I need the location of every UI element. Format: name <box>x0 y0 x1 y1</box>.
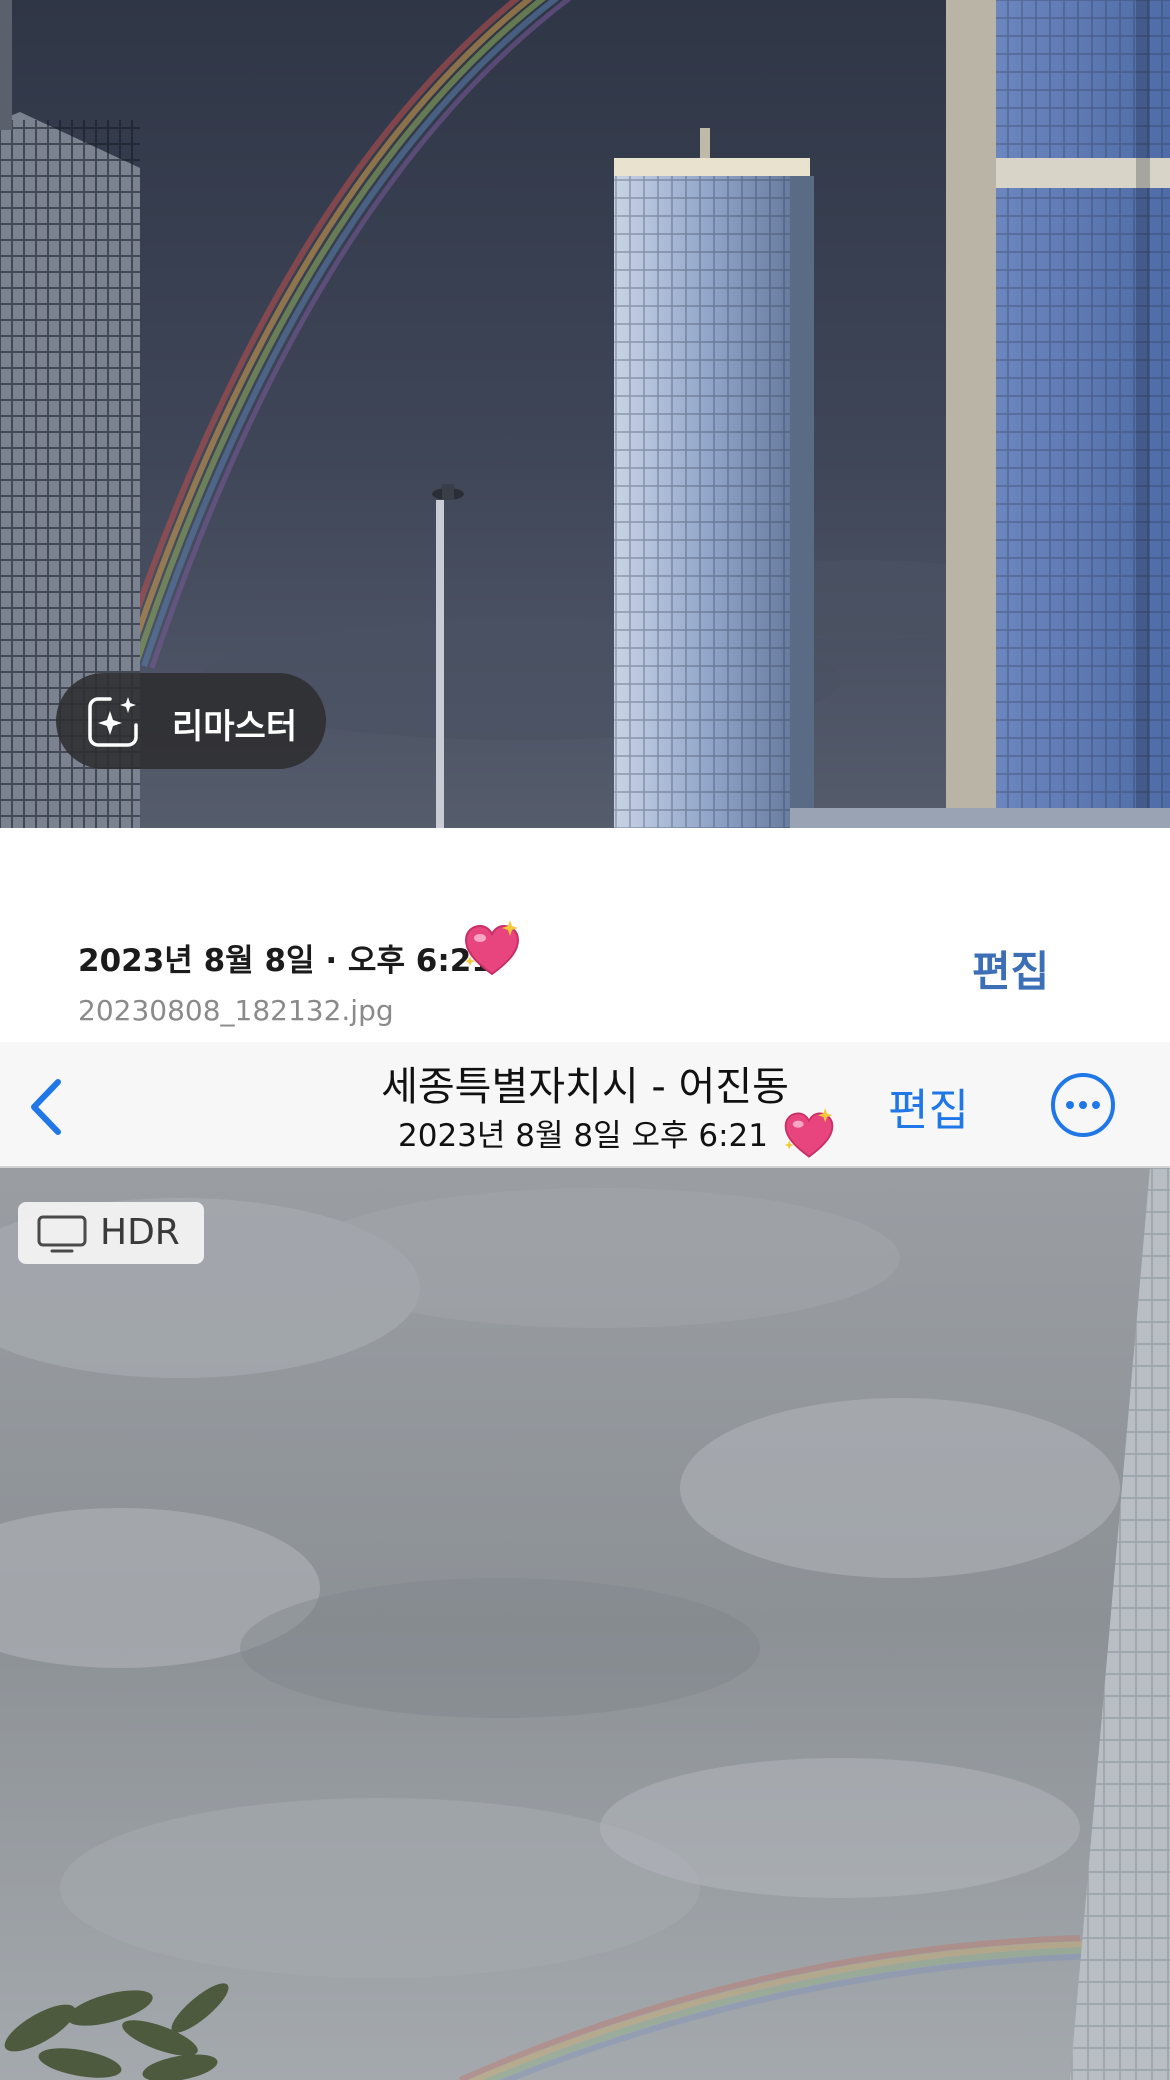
ellipsis-circle-icon[interactable] <box>1050 1072 1116 1138</box>
display-icon <box>37 1215 87 1253</box>
sparkle-square-icon <box>88 697 138 747</box>
edit-button[interactable]: 편집 <box>888 1074 969 1138</box>
photo-date-time: 2023년 8월 8일 · 오후 6:21 <box>78 943 493 979</box>
photo-info-panel: 2023년 8월 8일 · 오후 6:21 편집 20230808_182132… <box>0 828 1170 1042</box>
bottom-photo[interactable]: HDR <box>0 1168 1170 2080</box>
sparkling-heart-icon <box>464 920 520 976</box>
photo-nav-bar: 세종특별자치시 - 어진동 2023년 8월 8일 오후 6:21 편집 <box>0 1042 1170 1168</box>
bottom-photo-image <box>0 1168 1170 2080</box>
hdr-label: HDR <box>100 1212 180 1253</box>
gallery-edit-button[interactable]: 편집 <box>972 938 1049 999</box>
location-title: 세종특별자치시 - 어진동 <box>381 1064 789 1110</box>
sparkling-heart-icon <box>784 1108 834 1158</box>
hdr-badge[interactable]: HDR <box>18 1202 204 1264</box>
photo-filename: 20230808_182132.jpg <box>78 994 394 1027</box>
photo-date-subtitle: 2023년 8월 8일 오후 6:21 <box>398 1118 768 1154</box>
remaster-button[interactable]: 리마스터 <box>56 673 326 769</box>
top-photo[interactable]: 리마스터 <box>0 0 1170 828</box>
remaster-label: 리마스터 <box>172 707 298 747</box>
